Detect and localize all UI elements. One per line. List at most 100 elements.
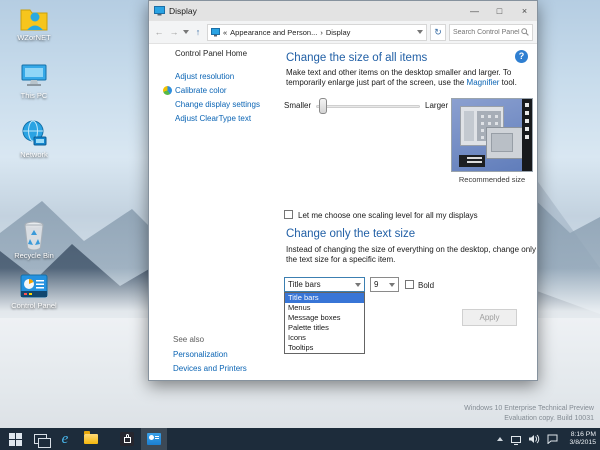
chevron-up-icon bbox=[497, 437, 503, 441]
action-center-icon bbox=[547, 434, 558, 444]
desktop-icon-label: Network bbox=[5, 151, 63, 159]
volume-tray-button[interactable] bbox=[526, 428, 542, 450]
speaker-icon bbox=[528, 434, 540, 444]
network-icon bbox=[5, 119, 63, 149]
action-center-button[interactable] bbox=[544, 428, 560, 450]
one-scaling-level-checkbox[interactable] bbox=[284, 210, 293, 219]
desktop-icon-network[interactable]: Network bbox=[5, 119, 63, 159]
help-icon[interactable]: ? bbox=[515, 50, 528, 63]
slider-label-larger: Larger bbox=[425, 101, 448, 110]
size-dropdown[interactable]: 9 bbox=[370, 277, 399, 292]
recycle-bin-icon bbox=[5, 220, 63, 250]
sidebar-item-control-panel-home[interactable]: Control Panel Home bbox=[175, 49, 247, 58]
control-panel-taskbar-icon bbox=[147, 433, 161, 445]
refresh-button[interactable]: ↻ bbox=[430, 24, 446, 41]
item-dropdown[interactable]: Title bars bbox=[284, 277, 365, 292]
task-view-button[interactable] bbox=[28, 428, 52, 450]
refresh-icon: ↻ bbox=[434, 27, 442, 38]
see-also-personalization[interactable]: Personalization bbox=[173, 350, 228, 359]
magnifier-link[interactable]: Magnifier bbox=[467, 78, 500, 87]
computer-icon bbox=[5, 60, 63, 90]
close-button[interactable]: × bbox=[512, 1, 537, 21]
search-input[interactable] bbox=[453, 29, 521, 36]
show-hidden-icons-button[interactable] bbox=[494, 428, 506, 450]
breadcrumb-location-icon bbox=[211, 28, 220, 37]
minimize-button[interactable]: — bbox=[462, 1, 487, 21]
user-folder-icon bbox=[5, 2, 63, 32]
text-size-description: Instead of changing the size of everythi… bbox=[286, 245, 536, 265]
chevron-down-icon bbox=[355, 283, 361, 287]
dropdown-option-tooltips[interactable]: Tooltips bbox=[285, 343, 364, 353]
start-button[interactable] bbox=[4, 428, 26, 450]
desktop-icon-recycle-bin[interactable]: Recycle Bin bbox=[5, 220, 63, 260]
clock-time: 8:16 PM bbox=[570, 431, 596, 440]
dropdown-option-icons[interactable]: Icons bbox=[285, 333, 364, 343]
taskbar: e 8:16 PM 3/8/2015 bbox=[0, 428, 600, 450]
evaluation-watermark: Windows 10 Enterprise Technical Preview … bbox=[464, 404, 594, 424]
scaling-slider-thumb[interactable] bbox=[319, 98, 327, 114]
up-button[interactable]: ↑ bbox=[192, 27, 204, 37]
desktop-icon-this-pc[interactable]: This PC bbox=[5, 60, 63, 100]
dropdown-option-palette-titles[interactable]: Palette titles bbox=[285, 323, 364, 333]
back-button[interactable]: ← bbox=[153, 27, 165, 37]
control-panel-icon bbox=[5, 270, 63, 300]
store-icon bbox=[120, 432, 134, 446]
maximize-button[interactable]: □ bbox=[487, 1, 512, 21]
size-dropdown-value: 9 bbox=[371, 280, 386, 289]
breadcrumb-separator: › bbox=[320, 28, 323, 37]
internet-explorer-button[interactable]: e bbox=[54, 428, 76, 450]
watermark-line1: Windows 10 Enterprise Technical Preview bbox=[464, 404, 594, 414]
sidebar-item-calibrate-color[interactable]: Calibrate color bbox=[175, 86, 227, 95]
breadcrumb-dropdown-icon[interactable] bbox=[417, 30, 423, 34]
breadcrumb[interactable]: « Appearance and Person... › Display bbox=[207, 24, 427, 41]
network-tray-icon bbox=[511, 436, 521, 443]
bold-checkbox[interactable] bbox=[405, 280, 414, 289]
see-also-devices-printers[interactable]: Devices and Printers bbox=[173, 364, 247, 373]
calibrate-color-icon bbox=[163, 86, 172, 95]
task-view-icon bbox=[34, 434, 47, 444]
description-text-after: tool. bbox=[499, 78, 516, 87]
dropdown-option-menus[interactable]: Menus bbox=[285, 303, 364, 313]
preview-taskbar bbox=[522, 99, 532, 171]
search-box[interactable] bbox=[449, 24, 533, 41]
desktop-icon-label: WZorNET bbox=[5, 34, 63, 42]
breadcrumb-parent[interactable]: Appearance and Person... bbox=[230, 28, 317, 37]
control-panel-taskbar-button[interactable] bbox=[141, 428, 167, 450]
sidebar-item-adjust-resolution[interactable]: Adjust resolution bbox=[175, 72, 234, 81]
sidebar-item-adjust-cleartype[interactable]: Adjust ClearType text bbox=[175, 114, 251, 123]
desktop-icon-control-panel[interactable]: Control Panel bbox=[5, 270, 63, 310]
dropdown-option-message-boxes[interactable]: Message boxes bbox=[285, 313, 364, 323]
desktop-icon-label: Recycle Bin bbox=[5, 252, 63, 260]
item-dropdown-list: Title bars Menus Message boxes Palette t… bbox=[284, 292, 365, 354]
desktop-icon-label: Control Panel bbox=[5, 302, 63, 310]
breadcrumb-current[interactable]: Display bbox=[326, 28, 351, 37]
file-explorer-button[interactable] bbox=[80, 428, 102, 450]
title-bar[interactable]: Display — □ × bbox=[149, 1, 537, 21]
window-body: Control Panel Home Adjust resolution Cal… bbox=[149, 44, 537, 380]
display-window: Display — □ × ← → ↑ « Appearance and Per… bbox=[148, 0, 538, 381]
sidebar-item-change-display-settings[interactable]: Change display settings bbox=[175, 100, 260, 109]
forward-button[interactable]: → bbox=[168, 27, 180, 37]
network-tray-button[interactable] bbox=[508, 428, 524, 450]
watermark-line2: Evaluation copy. Build 10031 bbox=[464, 414, 594, 424]
scaling-preview-image bbox=[451, 98, 533, 172]
dropdown-option-title-bars[interactable]: Title bars bbox=[285, 293, 364, 303]
search-icon bbox=[521, 28, 529, 36]
slider-label-smaller: Smaller bbox=[284, 101, 311, 110]
window-title: Display bbox=[169, 6, 197, 16]
scaling-slider-track[interactable] bbox=[316, 105, 420, 108]
store-button[interactable] bbox=[116, 428, 138, 450]
windows-logo-icon bbox=[9, 433, 22, 446]
preview-caption: Recommended size bbox=[451, 175, 533, 184]
recent-pages-icon[interactable] bbox=[183, 30, 189, 34]
apply-button[interactable]: Apply bbox=[462, 309, 517, 326]
section-heading-size-all-items: Change the size of all items bbox=[286, 52, 427, 64]
size-all-items-description: Make text and other items on the desktop… bbox=[286, 68, 534, 88]
see-also-heading: See also bbox=[173, 335, 204, 344]
desktop-icon-user-folder[interactable]: WZorNET bbox=[5, 2, 63, 42]
address-bar: ← → ↑ « Appearance and Person... › Displ… bbox=[149, 21, 537, 44]
section-heading-text-size: Change only the text size bbox=[286, 228, 415, 240]
taskbar-clock[interactable]: 8:16 PM 3/8/2015 bbox=[570, 428, 596, 450]
preview-menu bbox=[459, 155, 485, 167]
breadcrumb-overflow[interactable]: « bbox=[223, 28, 227, 37]
